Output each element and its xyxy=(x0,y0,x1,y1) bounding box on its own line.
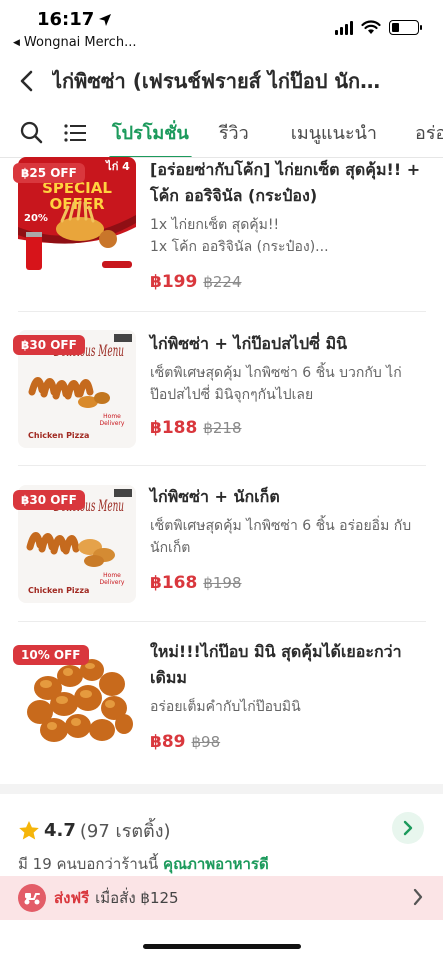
promo-image-line2: OFFER xyxy=(49,195,104,213)
star-icon xyxy=(19,821,39,840)
category-list-button[interactable] xyxy=(64,121,86,145)
promo-item[interactable]: Delicious Menu Home Delivery Chicken Piz… xyxy=(13,330,428,466)
search-icon xyxy=(20,121,43,144)
tab-reviews[interactable]: รีวิว xyxy=(219,108,249,157)
promo-info: [อร่อยซ่ากับโค้ก] ไก่ยกเซ็ต สุดคุ้ม!! + … xyxy=(150,157,428,258)
promo-image-percent: 20% xyxy=(24,213,48,224)
promo-description: 1x ไก่ยกเซ็ต สุดคุ้ม!! 1x โค้ก ออริจินัล… xyxy=(150,217,329,255)
svg-text:Home: Home xyxy=(103,572,121,579)
free-delivery-label: ส่งฟรี xyxy=(54,889,90,907)
promo-old-price: ฿218 xyxy=(203,419,242,437)
battery-icon xyxy=(389,20,422,35)
promo-price: ฿199 xyxy=(150,272,198,292)
chevron-right-icon xyxy=(413,888,423,906)
free-delivery-banner[interactable]: ส่งฟรี เมื่อสั่ง ฿125 xyxy=(0,876,443,920)
rating-summary[interactable]: 4.7 (97 เรตติ้ง) xyxy=(18,816,171,845)
discount-badge: ฿30 OFF xyxy=(13,335,85,355)
svg-text:Delivery: Delivery xyxy=(100,420,125,427)
promo-item[interactable]: Delicious Menu Home Delivery Chicken Piz… xyxy=(13,484,428,621)
rating-details-button[interactable] xyxy=(392,812,424,844)
page-title: ไก่พิซซ่า (เฟรนช์ฟรายส์ ไก่ป๊อป นักเก็ต)… xyxy=(52,69,382,93)
promo-price: ฿89 xyxy=(150,732,186,752)
page-header: ไก่พิซซ่า (เฟรนช์ฟรายส์ ไก่ป๊อป นักเก็ต)… xyxy=(0,58,443,104)
promo-title: ไก่พิซซ่า + ไก่ป๊อปสไปซี่ มินิ xyxy=(150,334,348,353)
tab-promotions[interactable]: โปรโมชั่น xyxy=(109,108,192,157)
promo-price: ฿188 xyxy=(150,418,198,438)
promo-description: เซ็ตพิเศษสุดคุ้ม ไกพิซซ่า 6 ชิ้น บวกกับ … xyxy=(150,365,402,403)
section-separator xyxy=(0,784,443,794)
location-arrow-icon xyxy=(99,13,112,26)
price-row: ฿199 ฿224 xyxy=(150,272,242,292)
status-indicators xyxy=(335,20,422,35)
chevron-left-icon xyxy=(20,70,33,92)
tab-delicious[interactable]: อร่อย xyxy=(415,108,443,157)
promo-info: ไก่พิซซ่า + นักเก็ต เซ็ตพิเศษสุดคุ้ม ไกพ… xyxy=(150,484,428,559)
promo-info: ใหม่!!!ไก่ป๊อบ มินิ สุดคุ้มได้เยอะกว่าเด… xyxy=(150,639,428,718)
clock-text: 16:17 xyxy=(37,9,95,30)
search-button[interactable] xyxy=(20,121,43,145)
discount-badge: ฿25 OFF xyxy=(13,163,85,183)
free-delivery-condition: เมื่อสั่ง ฿125 xyxy=(95,889,179,907)
divider xyxy=(18,465,426,466)
rating-value: 4.7 xyxy=(44,820,76,841)
tab-recommended-menu[interactable]: เมนูแนะนำ xyxy=(291,108,377,157)
back-to-app-link[interactable]: ◀ Wongnai Merch... xyxy=(13,35,136,50)
promo-item[interactable]: 10% OFF ใหม่!!!ไก่ป๊อบ มินิ สุดคุ้มได้เย… xyxy=(13,639,428,776)
wifi-icon xyxy=(361,20,381,34)
promo-description: อร่อยเต็มคำกับไก่ป๊อบมินิ xyxy=(150,699,301,715)
svg-text:Delivery: Delivery xyxy=(100,579,125,586)
status-time: 16:17 xyxy=(37,9,112,30)
delivery-scooter-icon xyxy=(18,884,46,912)
price-row: ฿168 ฿198 xyxy=(150,573,242,593)
promo-image-caption: Chicken Pizza xyxy=(28,431,89,440)
promo-info: ไก่พิซซ่า + ไก่ป๊อปสไปซี่ มินิ เซ็ตพิเศษ… xyxy=(150,331,428,406)
rating-count: (97 เรตติ้ง) xyxy=(79,821,171,842)
svg-text:Home: Home xyxy=(103,413,121,420)
promo-price: ฿168 xyxy=(150,573,198,593)
status-bar: 16:17 ◀ Wongnai Merch... xyxy=(0,0,443,56)
cellular-signal-icon xyxy=(335,20,353,35)
promo-title: ใหม่!!!ไก่ป๊อบ มินิ สุดคุ้มได้เยอะกว่าเด… xyxy=(150,642,402,687)
price-row: ฿89 ฿98 xyxy=(150,732,220,752)
quality-highlight: คุณภาพอาหารดี xyxy=(163,855,269,873)
promo-title: [อร่อยซ่ากับโค้ก] ไก่ยกเซ็ต สุดคุ้ม!! + … xyxy=(150,160,421,205)
quality-prefix: มี 19 คนบอกว่าร้านนี้ xyxy=(18,855,159,873)
quality-summary: มี 19 คนบอกว่าร้านนี้ คุณภาพอาหารดี xyxy=(18,852,269,876)
promo-description: เซ็ตพิเศษสุดคุ้ม ไกพิซซ่า 6 ชิ้น อร่อยอิ… xyxy=(150,518,412,556)
back-app-label: Wongnai Merch... xyxy=(23,35,137,50)
divider xyxy=(18,621,426,622)
promo-old-price: ฿98 xyxy=(191,733,221,751)
promo-image-caption: Chicken Pizza xyxy=(28,586,89,595)
promo-old-price: ฿198 xyxy=(203,574,242,592)
chevron-right-icon xyxy=(403,820,413,836)
promo-title: ไก่พิซซ่า + นักเก็ต xyxy=(150,487,280,506)
promo-old-price: ฿224 xyxy=(203,273,242,291)
promo-item[interactable]: SPECIAL OFFER ไก่ 4 20% ฿25 OFF [อร่อยซ่… xyxy=(13,157,428,294)
home-indicator[interactable] xyxy=(143,944,301,949)
discount-badge: 10% OFF xyxy=(13,645,89,665)
back-button[interactable] xyxy=(0,58,52,104)
divider xyxy=(18,311,426,312)
back-triangle-icon: ◀ xyxy=(13,37,20,48)
list-icon xyxy=(64,123,86,142)
promo-image-corner: ไก่ 4 xyxy=(104,159,130,173)
discount-badge: ฿30 OFF xyxy=(13,490,85,510)
tab-bar: โปรโมชั่น รีวิว เมนูแนะนำ อร่อย xyxy=(0,108,443,158)
price-row: ฿188 ฿218 xyxy=(150,418,242,438)
